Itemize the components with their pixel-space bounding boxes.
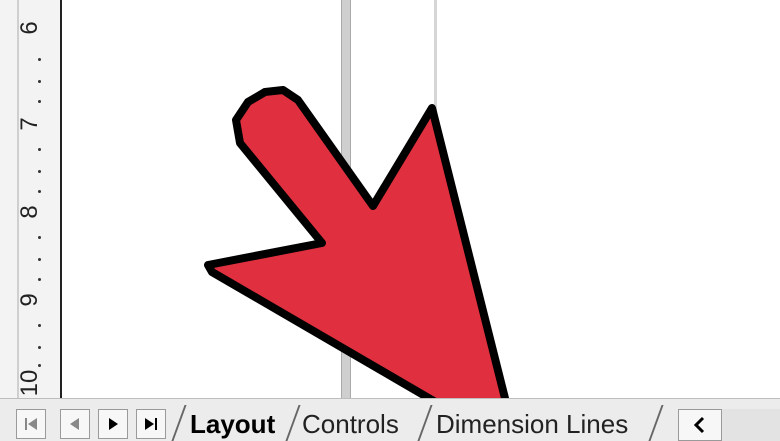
tab-divider <box>171 405 187 441</box>
tab-layout[interactable]: Layout <box>190 407 275 441</box>
prev-icon <box>70 418 79 430</box>
tab-scroll-left-button[interactable] <box>678 409 722 441</box>
first-sheet-button[interactable] <box>16 409 46 439</box>
sheet-tab-bar: Layout Controls Dimension Lines <box>0 398 780 441</box>
tab-divider <box>417 405 433 441</box>
prev-sheet-button[interactable] <box>60 409 90 439</box>
tab-divider <box>648 405 664 441</box>
chevron-left-icon <box>693 416 705 434</box>
next-sheet-button[interactable] <box>98 409 128 439</box>
horizontal-scrollbar-track[interactable] <box>722 409 780 441</box>
next-icon <box>109 418 118 430</box>
last-sheet-button[interactable] <box>136 409 166 439</box>
skip-first-icon <box>25 418 37 430</box>
tab-controls[interactable]: Controls <box>302 407 399 441</box>
tab-divider <box>285 405 301 441</box>
skip-last-icon <box>145 418 157 430</box>
arrow-icon[interactable] <box>204 86 520 440</box>
tab-dimension-lines[interactable]: Dimension Lines <box>436 407 628 441</box>
arrow-shape[interactable] <box>0 0 780 440</box>
